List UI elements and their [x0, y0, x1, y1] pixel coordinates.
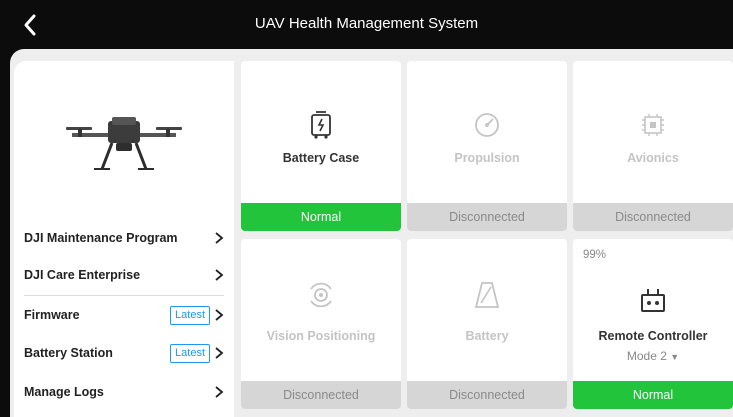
module-status: Normal [573, 381, 733, 409]
module-status: Disconnected [407, 381, 567, 409]
chevron-right-icon [215, 269, 224, 281]
sidebar-item-label: DJI Maintenance Program [24, 231, 178, 245]
divider [24, 295, 224, 296]
chevron-right-icon [215, 347, 224, 359]
module-card-propulsion[interactable]: Propulsion Disconnected [407, 61, 567, 231]
battery-case-icon [311, 111, 331, 139]
sidebar-item-manage-logs[interactable]: Manage Logs [24, 375, 224, 409]
module-card-remote-controller[interactable]: 99% Remote Controller Mode 2 ▼ Normal [573, 239, 733, 409]
module-name: Remote Controller [598, 329, 708, 343]
vision-positioning-icon [310, 282, 332, 308]
page-title: UAV Health Management System [254, 15, 479, 32]
module-card-battery-case[interactable]: Battery Case Normal [241, 61, 401, 231]
firmware-status-badge: Latest [170, 305, 210, 325]
drone-image [66, 117, 182, 170]
remote-controller-battery-level: 99% [583, 249, 607, 261]
main-screen: DJI Maintenance Program DJI Care Enterpr… [10, 49, 733, 417]
propulsion-icon [475, 113, 499, 137]
sidebar-item-battery-station[interactable]: Battery Station Latest [24, 336, 224, 370]
chevron-right-icon [215, 309, 224, 321]
mode-selector[interactable]: Mode 2 ▼ [573, 349, 733, 363]
sidebar-item-label: Battery Station [24, 346, 113, 360]
module-status: Disconnected [407, 203, 567, 231]
sidebar-item-firmware[interactable]: Firmware Latest [24, 298, 224, 332]
sidebar-item-label: DJI Care Enterprise [24, 268, 141, 282]
sidebar-item-label: Firmware [24, 308, 80, 322]
module-name: Propulsion [454, 151, 520, 165]
module-name: Battery [465, 329, 509, 343]
aircraft-panel: DJI Maintenance Program DJI Care Enterpr… [14, 61, 234, 417]
module-name: Vision Positioning [266, 329, 376, 343]
sidebar-item-maintenance-program[interactable]: DJI Maintenance Program [24, 221, 224, 255]
chevron-right-icon [215, 386, 224, 398]
mode-value: Mode 2 [626, 349, 667, 363]
sidebar-item-label: Manage Logs [24, 385, 104, 399]
module-card-avionics[interactable]: Avionics Disconnected [573, 61, 733, 231]
remote-controller-icon [641, 289, 665, 312]
module-status: Normal [241, 203, 401, 231]
module-status: Disconnected [573, 203, 733, 231]
dropdown-caret-icon: ▼ [670, 352, 680, 362]
module-name: Battery Case [282, 151, 360, 165]
module-card-battery[interactable]: Battery Disconnected [407, 239, 567, 409]
avionics-icon [642, 114, 664, 136]
module-card-vision-positioning[interactable]: Vision Positioning Disconnected [241, 239, 401, 409]
battery-icon [474, 282, 500, 308]
battery-station-status-badge: Latest [170, 343, 210, 363]
top-bar: UAV Health Management System [0, 0, 733, 49]
module-name: Avionics [627, 151, 679, 165]
sidebar-item-care-enterprise[interactable]: DJI Care Enterprise [24, 258, 224, 292]
chevron-right-icon [215, 232, 224, 244]
module-status: Disconnected [241, 381, 401, 409]
